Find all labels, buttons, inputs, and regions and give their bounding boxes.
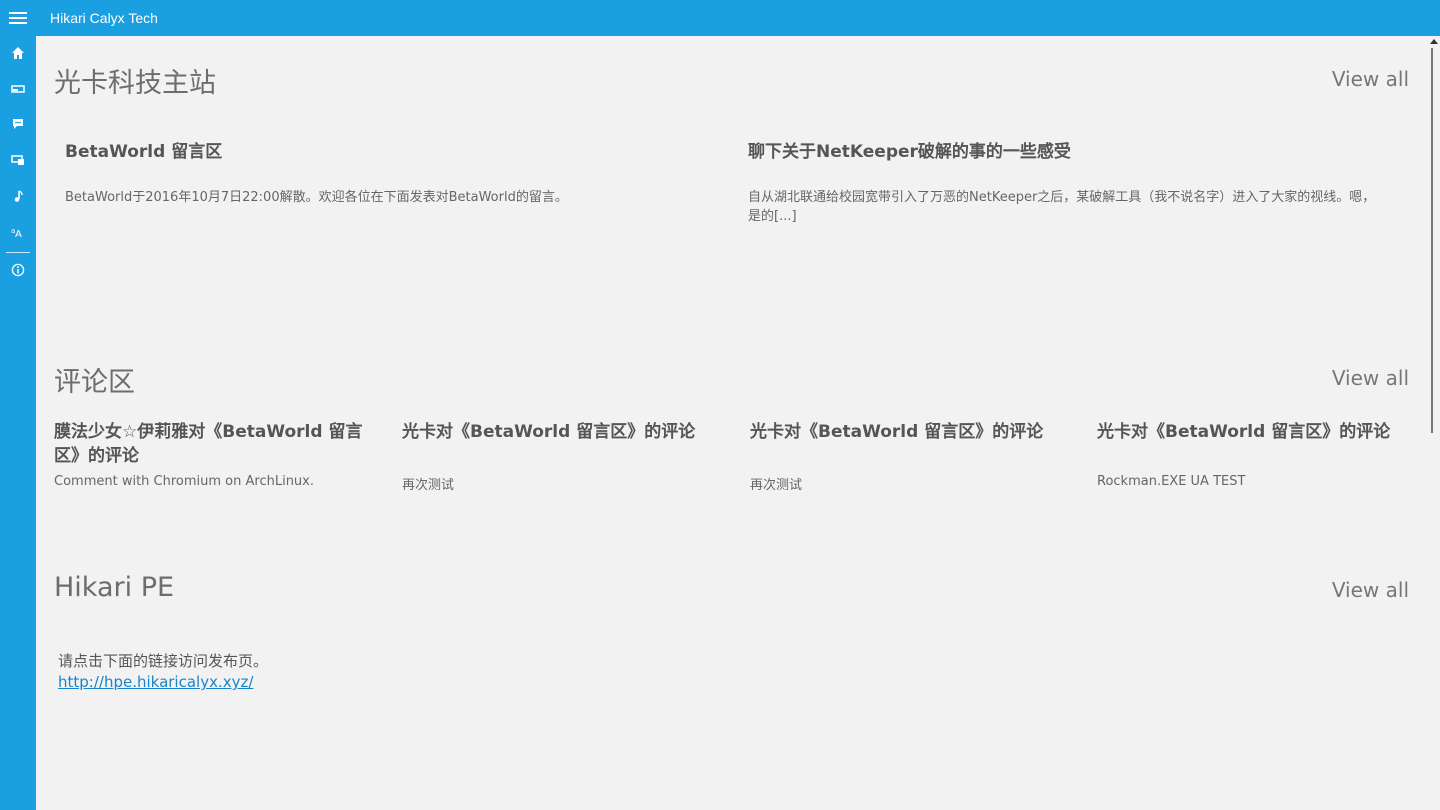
hikari-pe-description: 请点击下面的链接访问发布页。 <box>58 652 269 670</box>
svg-text:A: A <box>15 229 22 239</box>
comment-title[interactable]: 光卡对《BetaWorld 留言区》的评论 <box>1097 420 1427 444</box>
sidebar-divider <box>6 252 30 253</box>
vertical-scrollbar[interactable] <box>1428 36 1440 810</box>
post-title[interactable]: BetaWorld 留言区 <box>65 137 222 162</box>
music-note-icon[interactable] <box>8 186 28 206</box>
comment-title[interactable]: 光卡对《BetaWorld 留言区》的评论 <box>750 420 1080 444</box>
card-icon[interactable] <box>8 79 28 99</box>
comment-title[interactable]: 光卡对《BetaWorld 留言区》的评论 <box>402 420 732 444</box>
comment-body: Comment with Chromium on ArchLinux. <box>54 474 314 489</box>
main-content: 光卡科技主站 View all BetaWorld 留言区 BetaWorld于… <box>36 36 1428 810</box>
scroll-up-arrow-icon[interactable] <box>1430 39 1438 44</box>
comment-icon[interactable] <box>8 114 28 134</box>
app-title: Hikari Calyx Tech <box>50 10 158 26</box>
scroll-thumb[interactable] <box>1431 48 1433 433</box>
comment-body: Rockman.EXE UA TEST <box>1097 474 1246 489</box>
hamburger-menu-icon[interactable] <box>9 12 27 24</box>
comment-body: 再次测试 <box>402 478 455 493</box>
post-excerpt-line: 是的[...] <box>748 209 797 224</box>
device-icon[interactable] <box>8 150 28 170</box>
view-all-main-site-link[interactable]: View all <box>1332 67 1409 91</box>
post-title[interactable]: 聊下关于NetKeeper破解的事的一些感受 <box>748 137 1071 162</box>
section-title-comments: 评论区 <box>54 367 135 398</box>
comment-body: 再次测试 <box>750 478 803 493</box>
comment-title[interactable]: 膜法少女☆伊莉雅对《BetaWorld 留言区》的评论 <box>54 420 374 468</box>
post-excerpt: BetaWorld于2016年10月7日22:00解散。欢迎各位在下面发表对Be… <box>65 190 568 205</box>
post-excerpt-line: 自从湖北联通给校园宽带引入了万恶的NetKeeper之后，某破解工具（我不说名字… <box>748 190 1376 205</box>
section-title-hikari-pe: Hikari PE <box>54 572 175 603</box>
home-icon[interactable] <box>8 43 28 63</box>
hikari-pe-link[interactable]: http://hpe.hikaricalyx.xyz/ <box>58 673 253 691</box>
view-all-hikari-pe-link[interactable]: View all <box>1332 578 1409 602</box>
font-size-icon[interactable]: aA <box>8 222 28 242</box>
info-icon[interactable] <box>8 260 28 280</box>
view-all-comments-link[interactable]: View all <box>1332 366 1409 390</box>
sidebar: aA <box>0 36 36 810</box>
section-title-main-site: 光卡科技主站 <box>54 68 216 99</box>
title-bar: Hikari Calyx Tech <box>0 0 1440 36</box>
